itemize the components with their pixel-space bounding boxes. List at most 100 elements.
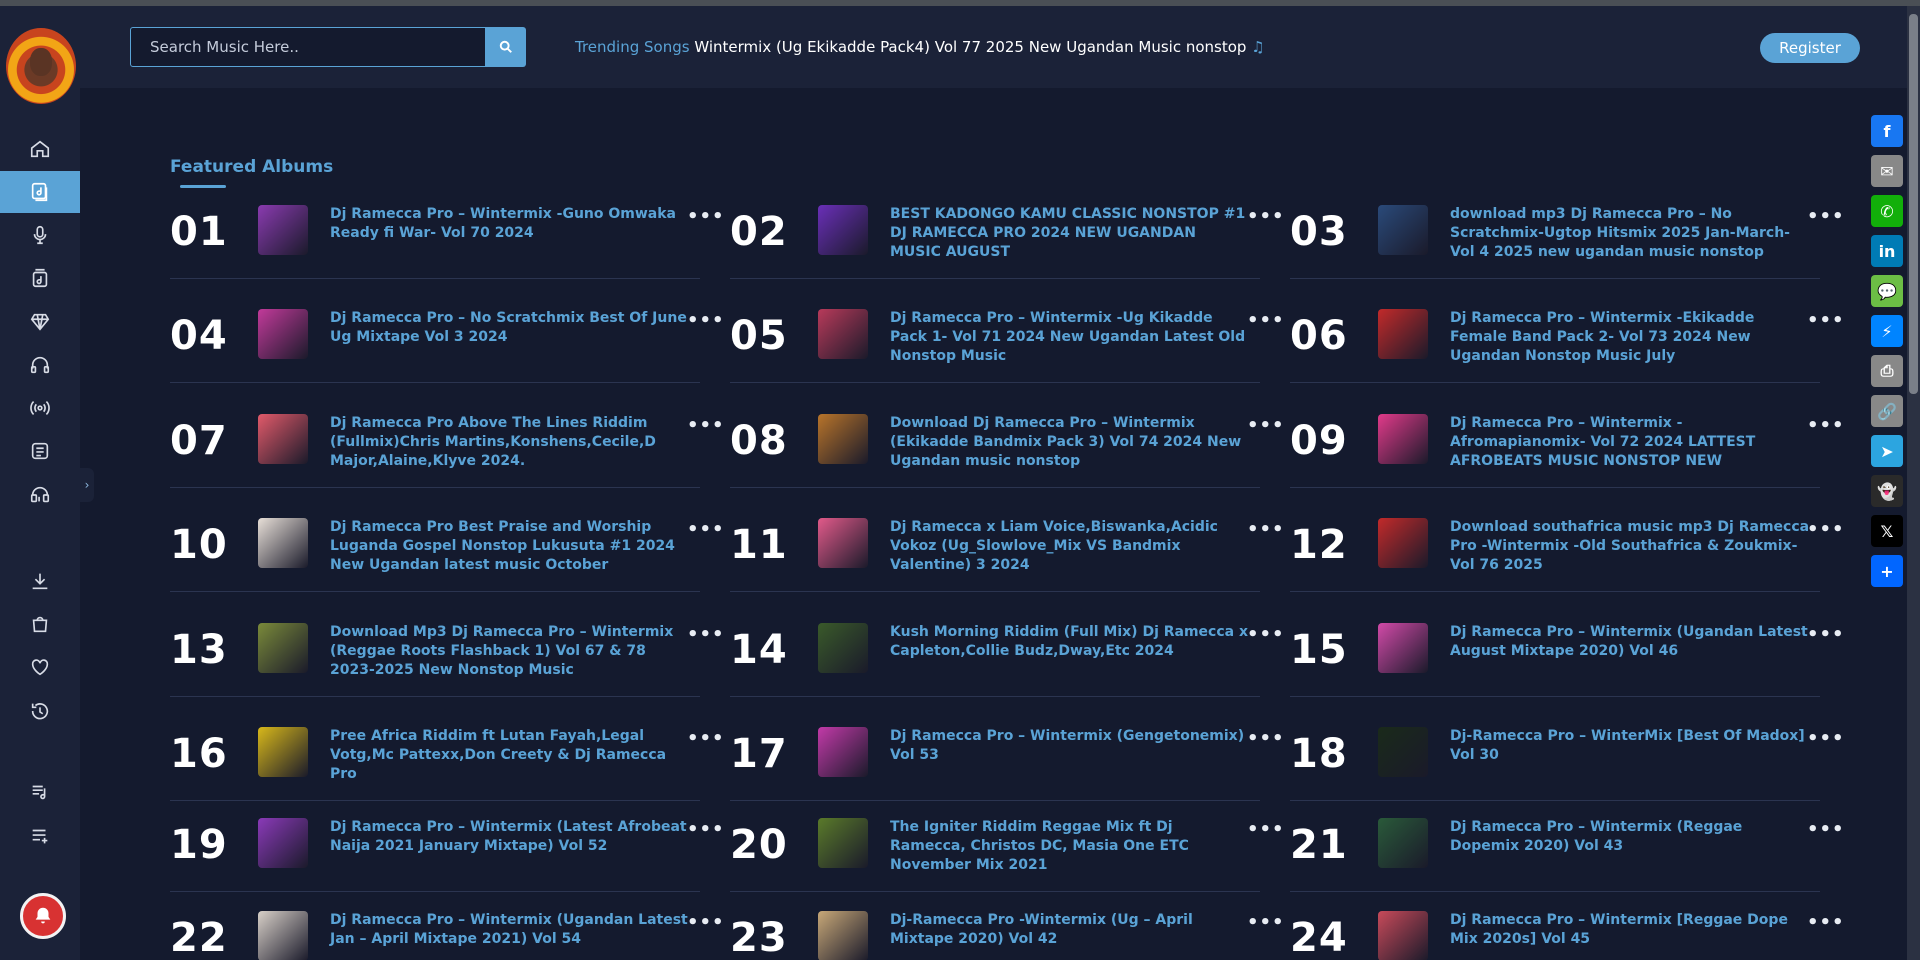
share-linkedin-button[interactable]: in bbox=[1871, 235, 1903, 267]
sidebar-item-radio[interactable] bbox=[0, 387, 80, 429]
album-title-link[interactable]: Dj-Ramecca Pro -Wintermix (Ug – April Mi… bbox=[890, 911, 1250, 949]
album-title-link[interactable]: Dj Ramecca Pro – Wintermix -Afromapianom… bbox=[1450, 414, 1810, 471]
sidebar-item-history[interactable] bbox=[0, 690, 80, 732]
more-options-icon[interactable]: ••• bbox=[687, 819, 725, 840]
album-title-link[interactable]: Dj Ramecca x Liam Voice,Biswanka,Acidic … bbox=[890, 518, 1250, 575]
share-email-button[interactable]: ✉ bbox=[1871, 155, 1903, 187]
share-messenger-button[interactable]: ⚡ bbox=[1871, 315, 1903, 347]
more-options-icon[interactable]: ••• bbox=[1247, 728, 1285, 749]
album-cover-thumbnail[interactable] bbox=[1378, 911, 1428, 960]
sidebar-item-album[interactable] bbox=[0, 257, 80, 299]
album-cover-thumbnail[interactable] bbox=[818, 309, 868, 359]
sidebar-item-diamond[interactable] bbox=[0, 301, 80, 343]
more-options-icon[interactable]: ••• bbox=[687, 519, 725, 540]
sidebar-collapse-toggle[interactable]: › bbox=[80, 468, 94, 502]
site-logo[interactable] bbox=[6, 28, 76, 104]
album-cover-thumbnail[interactable] bbox=[258, 727, 308, 777]
album-title-link[interactable]: Pree Africa Riddim ft Lutan Fayah,Legal … bbox=[330, 727, 690, 784]
more-options-icon[interactable]: ••• bbox=[687, 206, 725, 227]
sidebar-item-headphones[interactable] bbox=[0, 344, 80, 386]
album-title-link[interactable]: The Igniter Riddim Reggae Mix ft Dj Rame… bbox=[890, 818, 1250, 875]
register-button[interactable]: Register bbox=[1760, 33, 1860, 63]
share-x-button[interactable]: 𝕏 bbox=[1871, 515, 1903, 547]
scrollbar-thumb[interactable] bbox=[1909, 14, 1918, 394]
more-options-icon[interactable]: ••• bbox=[1247, 912, 1285, 933]
album-cover-thumbnail[interactable] bbox=[258, 911, 308, 960]
album-cover-thumbnail[interactable] bbox=[258, 205, 308, 255]
album-cover-thumbnail[interactable] bbox=[818, 623, 868, 673]
sidebar-item-home[interactable] bbox=[0, 128, 80, 170]
more-options-icon[interactable]: ••• bbox=[1247, 310, 1285, 331]
sidebar-item-shopping-bag[interactable] bbox=[0, 603, 80, 645]
more-options-icon[interactable]: ••• bbox=[1807, 728, 1845, 749]
album-cover-thumbnail[interactable] bbox=[258, 623, 308, 673]
more-options-icon[interactable]: ••• bbox=[1807, 206, 1845, 227]
more-options-icon[interactable]: ••• bbox=[1807, 624, 1845, 645]
album-title-link[interactable]: Kush Morning Riddim (Full Mix) Dj Ramecc… bbox=[890, 623, 1250, 661]
album-cover-thumbnail[interactable] bbox=[1378, 623, 1428, 673]
more-options-icon[interactable]: ••• bbox=[1247, 624, 1285, 645]
album-title-link[interactable]: Dj Ramecca Pro – Wintermix (Ugandan Late… bbox=[1450, 623, 1810, 661]
page-scrollbar[interactable] bbox=[1907, 6, 1920, 960]
sidebar-item-download[interactable] bbox=[0, 560, 80, 602]
album-title-link[interactable]: download mp3 Dj Ramecca Pro – No Scratch… bbox=[1450, 205, 1810, 262]
album-cover-thumbnail[interactable] bbox=[818, 414, 868, 464]
share-share-more-button[interactable]: + bbox=[1871, 555, 1903, 587]
album-title-link[interactable]: Download Dj Ramecca Pro – Wintermix (Eki… bbox=[890, 414, 1250, 471]
share-telegram-button[interactable]: ➤ bbox=[1871, 435, 1903, 467]
share-whatsapp-button[interactable]: ✆ bbox=[1871, 195, 1903, 227]
album-title-link[interactable]: Dj Ramecca Pro – Wintermix (Gengetonemix… bbox=[890, 727, 1250, 765]
sidebar-item-music-tag[interactable] bbox=[0, 474, 80, 516]
album-title-link[interactable]: Dj Ramecca Pro – Wintermix (Ugandan Late… bbox=[330, 911, 690, 949]
album-title-link[interactable]: Dj Ramecca Pro – Wintermix (Latest Afrob… bbox=[330, 818, 690, 856]
album-cover-thumbnail[interactable] bbox=[258, 414, 308, 464]
album-title-link[interactable]: Dj Ramecca Pro Above The Lines Riddim (F… bbox=[330, 414, 690, 471]
trending-song-link[interactable]: Wintermix (Ug Ekikadde Pack4) Vol 77 202… bbox=[694, 38, 1246, 56]
more-options-icon[interactable]: ••• bbox=[1247, 206, 1285, 227]
album-title-link[interactable]: Dj Ramecca Pro – Wintermix (Reggae Dopem… bbox=[1450, 818, 1810, 856]
album-title-link[interactable]: Download southafrica music mp3 Dj Ramecc… bbox=[1450, 518, 1810, 575]
album-cover-thumbnail[interactable] bbox=[1378, 414, 1428, 464]
album-cover-thumbnail[interactable] bbox=[818, 205, 868, 255]
album-cover-thumbnail[interactable] bbox=[818, 911, 868, 960]
sidebar-item-add-playlist[interactable] bbox=[0, 815, 80, 857]
album-title-link[interactable]: Dj-Ramecca Pro – WinterMix [Best Of Mado… bbox=[1450, 727, 1810, 765]
album-cover-thumbnail[interactable] bbox=[1378, 818, 1428, 868]
more-options-icon[interactable]: ••• bbox=[687, 624, 725, 645]
more-options-icon[interactable]: ••• bbox=[687, 728, 725, 749]
album-cover-thumbnail[interactable] bbox=[1378, 727, 1428, 777]
album-cover-thumbnail[interactable] bbox=[258, 518, 308, 568]
album-cover-thumbnail[interactable] bbox=[818, 518, 868, 568]
more-options-icon[interactable]: ••• bbox=[1807, 519, 1845, 540]
share-copy-link-button[interactable]: 🔗 bbox=[1871, 395, 1903, 427]
more-options-icon[interactable]: ••• bbox=[1807, 819, 1845, 840]
album-title-link[interactable]: Dj Ramecca Pro – Wintermix -Ug Kikadde P… bbox=[890, 309, 1250, 366]
sidebar-item-music-library[interactable] bbox=[0, 171, 80, 213]
more-options-icon[interactable]: ••• bbox=[1247, 415, 1285, 436]
share-snapchat-button[interactable]: 👻 bbox=[1871, 475, 1903, 507]
album-title-link[interactable]: Dj Ramecca Pro – Wintermix -Ekikadde Fem… bbox=[1450, 309, 1810, 366]
album-title-link[interactable]: BEST KADONGO KAMU CLASSIC NONSTOP #1 DJ … bbox=[890, 205, 1250, 262]
album-title-link[interactable]: Dj Ramecca Pro – Wintermix -Guno Omwaka … bbox=[330, 205, 690, 243]
album-cover-thumbnail[interactable] bbox=[258, 818, 308, 868]
more-options-icon[interactable]: ••• bbox=[1807, 310, 1845, 331]
more-options-icon[interactable]: ••• bbox=[1247, 519, 1285, 540]
album-cover-thumbnail[interactable] bbox=[818, 727, 868, 777]
album-title-link[interactable]: Dj Ramecca Pro – Wintermix [Reggae Dope … bbox=[1450, 911, 1810, 949]
more-options-icon[interactable]: ••• bbox=[687, 310, 725, 331]
more-options-icon[interactable]: ••• bbox=[1807, 912, 1845, 933]
search-button[interactable] bbox=[486, 27, 526, 67]
more-options-icon[interactable]: ••• bbox=[687, 912, 725, 933]
search-input[interactable] bbox=[130, 27, 486, 67]
more-options-icon[interactable]: ••• bbox=[687, 415, 725, 436]
album-title-link[interactable]: Dj Ramecca Pro Best Praise and Worship L… bbox=[330, 518, 690, 575]
sidebar-item-playlist[interactable] bbox=[0, 771, 80, 813]
album-title-link[interactable]: Download Mp3 Dj Ramecca Pro – Wintermix … bbox=[330, 623, 690, 680]
more-options-icon[interactable]: ••• bbox=[1807, 415, 1845, 436]
album-cover-thumbnail[interactable] bbox=[1378, 309, 1428, 359]
album-cover-thumbnail[interactable] bbox=[258, 309, 308, 359]
sidebar-item-news[interactable] bbox=[0, 430, 80, 472]
album-cover-thumbnail[interactable] bbox=[1378, 518, 1428, 568]
notification-bell-button[interactable] bbox=[20, 893, 66, 939]
sidebar-item-microphone[interactable] bbox=[0, 214, 80, 256]
